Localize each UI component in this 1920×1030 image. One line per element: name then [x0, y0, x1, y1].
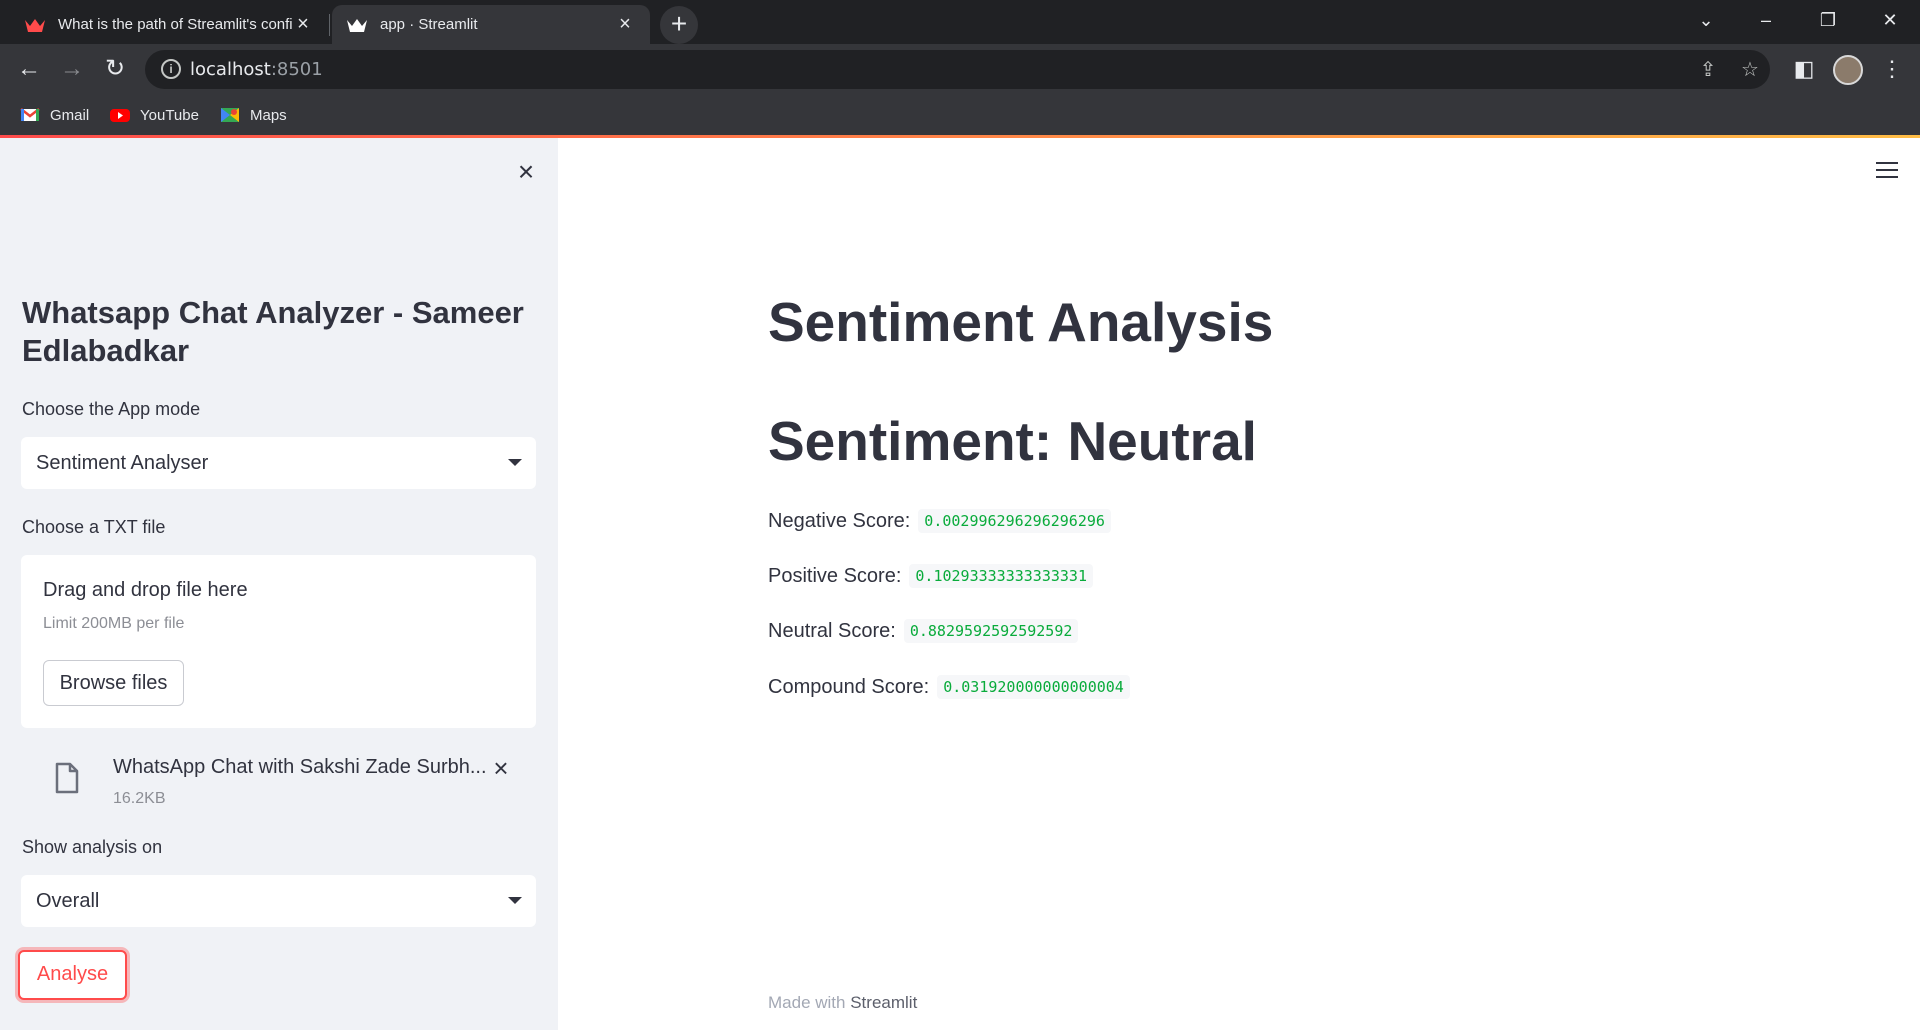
app-mode-value: Sentiment Analyser [36, 452, 209, 474]
file-icon [55, 762, 79, 794]
analysis-select[interactable]: Overall [21, 875, 536, 927]
browser-tab[interactable]: What is the path of Streamlit's confi × [10, 5, 328, 44]
bookmark-gmail[interactable]: Gmail [20, 103, 89, 127]
address-bar[interactable]: i localhost:8501 ⇪ ☆ [145, 50, 1770, 89]
score-value: 0.8829592592592592 [903, 619, 1079, 643]
close-sidebar-icon[interactable]: × [512, 158, 540, 186]
forward-arrow-icon[interactable]: → [54, 51, 90, 87]
dropzone-limit: Limit 200MB per file [43, 615, 185, 632]
negative-score-row: Negative Score: 0.002996296296296296 [768, 509, 1111, 533]
bookmark-maps[interactable]: Maps [220, 103, 287, 127]
uploaded-file: WhatsApp Chat with Sakshi Zade Surbh... … [21, 748, 536, 808]
score-label: Neutral Score: [768, 619, 896, 642]
analysis-label: Show analysis on [22, 837, 163, 857]
analysis-value: Overall [36, 890, 100, 912]
hamburger-menu-icon[interactable] [1876, 162, 1898, 180]
restore-icon[interactable]: ❐ [1798, 0, 1858, 40]
streamlit-logo-icon [347, 18, 367, 32]
browser-tab-active[interactable]: app · Streamlit × [332, 5, 650, 44]
bookmark-youtube[interactable]: YouTube [110, 103, 199, 127]
maps-icon [221, 108, 239, 122]
neutral-score-row: Neutral Score: 0.8829592592592592 [768, 619, 1079, 643]
browser-toolbar: ← → ↻ i localhost:8501 ⇪ ☆ ◧ ⋮ [0, 44, 1920, 95]
bookmark-label: Gmail [50, 106, 90, 124]
app-title: Whatsapp Chat Analyzer - Sameer Edlabadk… [22, 295, 524, 368]
score-value: 0.002996296296296296 [918, 509, 1111, 533]
site-info-icon[interactable]: i [161, 59, 181, 79]
gmail-icon [20, 108, 40, 121]
file-name: WhatsApp Chat with Sakshi Zade Surbh... [113, 756, 487, 778]
close-tab-icon[interactable]: × [614, 13, 636, 36]
tab-search-icon[interactable]: ⌄ [1676, 0, 1736, 40]
profile-avatar[interactable] [1833, 55, 1863, 85]
compound-score-row: Compound Score: 0.031920000000000004 [768, 675, 1130, 699]
score-value: 0.031920000000000004 [937, 675, 1130, 699]
score-value: 0.10293333333333331 [909, 564, 1093, 588]
bookmark-label: Maps [250, 106, 287, 124]
tab-divider [329, 14, 330, 36]
reload-icon[interactable]: ↻ [97, 51, 133, 87]
url-host: localhost [190, 59, 271, 80]
browser-tab-strip: What is the path of Streamlit's confi × … [0, 0, 1920, 44]
minimize-icon[interactable]: – [1736, 0, 1796, 40]
side-panel-icon[interactable]: ◧ [1786, 51, 1822, 87]
bookmark-label: YouTube [140, 106, 199, 124]
window-close-icon[interactable]: ✕ [1860, 0, 1920, 40]
file-upload-label: Choose a TXT file [22, 517, 166, 537]
score-label: Positive Score: [768, 564, 902, 587]
dropzone-instructions: Drag and drop file here [43, 579, 248, 601]
analyse-button[interactable]: Analyse [18, 950, 127, 1000]
youtube-icon [110, 109, 130, 122]
new-tab-button[interactable]: + [660, 6, 698, 44]
back-arrow-icon[interactable]: ← [11, 51, 47, 87]
close-tab-icon[interactable]: × [292, 13, 314, 36]
more-menu-icon[interactable]: ⋮ [1874, 51, 1910, 87]
main-content: Sentiment Analysis Sentiment: Neutral Ne… [558, 138, 1920, 1030]
file-size: 16.2KB [113, 790, 166, 807]
sidebar: × Whatsapp Chat Analyzer - Sameer Edlaba… [0, 138, 558, 1030]
footer: Made with Streamlit [768, 993, 917, 1013]
tab-title: What is the path of Streamlit's confi [58, 16, 292, 33]
chevron-down-icon [508, 459, 522, 466]
footer-prefix: Made with [768, 993, 846, 1012]
chevron-down-icon [508, 897, 522, 904]
browse-files-button[interactable]: Browse files [43, 660, 184, 706]
url-port: :8501 [270, 59, 323, 80]
sentiment-result: Sentiment: Neutral [768, 410, 1257, 472]
streamlit-logo-icon [25, 18, 45, 32]
share-icon[interactable]: ⇪ [1694, 56, 1722, 84]
url-text: localhost:8501 [190, 59, 323, 80]
tab-title: app · Streamlit [380, 16, 478, 33]
file-dropzone[interactable]: Drag and drop file here Limit 200MB per … [21, 555, 536, 728]
app-mode-select[interactable]: Sentiment Analyser [21, 437, 536, 489]
score-label: Negative Score: [768, 509, 911, 532]
bookmarks-bar: Gmail YouTube Maps [0, 95, 1920, 135]
footer-brand-link[interactable]: Streamlit [850, 993, 917, 1012]
app-mode-label: Choose the App mode [22, 399, 201, 419]
score-label: Compound Score: [768, 675, 930, 698]
positive-score-row: Positive Score: 0.10293333333333331 [768, 564, 1093, 588]
page-title: Sentiment Analysis [768, 291, 1274, 353]
bookmark-star-icon[interactable]: ☆ [1736, 56, 1764, 84]
remove-file-icon[interactable]: × [487, 754, 515, 782]
